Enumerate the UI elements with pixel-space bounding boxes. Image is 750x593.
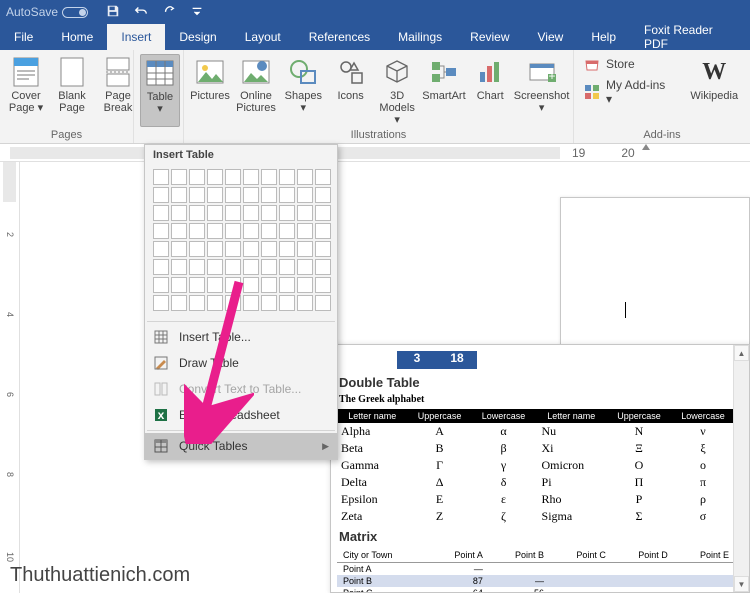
smartart-button[interactable]: SmartArt — [424, 54, 465, 127]
pictures-button[interactable]: Pictures — [190, 54, 230, 127]
icons-button[interactable]: Icons — [331, 54, 371, 127]
autosave-label: AutoSave — [6, 5, 58, 19]
group-pages-label: Pages — [6, 127, 127, 141]
scroll-up-icon[interactable]: ▲ — [734, 345, 749, 361]
table-size-grid[interactable] — [145, 165, 337, 319]
watermark-text: Thuthuattienich.com — [10, 564, 190, 587]
insert-table-title: Insert Table — [145, 145, 337, 165]
tab-home[interactable]: Home — [47, 24, 107, 50]
autosave-toggle[interactable]: AutoSave — [6, 5, 88, 19]
svg-text:x: x — [158, 408, 165, 422]
convert-icon — [153, 381, 169, 397]
table-button[interactable]: Table ▾ — [140, 54, 180, 127]
tab-foxit[interactable]: Foxit Reader PDF — [630, 24, 750, 50]
page-break-button[interactable]: Page Break — [98, 54, 138, 127]
table-icon — [153, 329, 169, 345]
draw-table-item[interactable]: Draw Table — [145, 350, 337, 376]
quick-tables-icon — [153, 438, 169, 454]
shapes-button[interactable]: Shapes ▾ — [282, 54, 325, 127]
my-addins-button[interactable]: My Add-ins ▾ — [584, 82, 674, 102]
undo-icon[interactable] — [134, 4, 148, 21]
greek-subtitle: The Greek alphabet — [339, 394, 741, 405]
cover-page-button[interactable]: Cover Page ▾ — [6, 54, 46, 127]
chevron-right-icon: ▶ — [322, 441, 329, 452]
matrix-table[interactable]: City or TownPoint APoint BPoint CPoint D… — [337, 548, 735, 593]
quick-tables-gallery: 318 Double Table The Greek alphabet Lett… — [330, 344, 750, 593]
wikipedia-button[interactable]: WWikipedia — [688, 54, 740, 102]
calendar-cell[interactable]: 318 — [397, 351, 477, 369]
tab-layout[interactable]: Layout — [231, 24, 295, 50]
text-cursor — [625, 302, 626, 318]
greek-alphabet-table[interactable]: Letter nameUppercaseLowercaseLetter name… — [337, 409, 735, 525]
matrix-heading[interactable]: Matrix — [339, 529, 741, 544]
svg-text:+: + — [548, 69, 555, 83]
double-table-heading[interactable]: Double Table — [339, 375, 741, 390]
store-button[interactable]: Store — [584, 54, 674, 74]
table-dropdown: Insert Table Insert Table... Draw Table … — [144, 144, 338, 460]
horizontal-ruler: 1920 — [0, 144, 750, 162]
insert-table-item[interactable]: Insert Table... — [145, 324, 337, 350]
save-icon[interactable] — [106, 4, 120, 21]
tab-review[interactable]: Review — [456, 24, 523, 50]
3d-models-button[interactable]: 3D Models ▾ — [377, 54, 418, 127]
tab-help[interactable]: Help — [577, 24, 630, 50]
vertical-ruler: 2 4 6 8 10 — [0, 162, 20, 593]
group-addins-label: Add-ins — [584, 127, 740, 141]
tab-references[interactable]: References — [295, 24, 384, 50]
quick-tables-item[interactable]: Quick Tables▶ — [145, 433, 337, 459]
online-pictures-button[interactable]: Online Pictures — [236, 54, 276, 127]
indent-marker-icon[interactable] — [642, 144, 650, 150]
blank-page-button[interactable]: Blank Page — [52, 54, 92, 127]
toggle-off-icon — [62, 7, 88, 18]
pencil-icon — [153, 355, 169, 371]
tab-mailings[interactable]: Mailings — [384, 24, 456, 50]
qat-customize-icon[interactable] — [190, 4, 204, 21]
group-illus-label: Illustrations — [190, 127, 567, 141]
tab-view[interactable]: View — [524, 24, 578, 50]
gallery-scrollbar[interactable]: ▲▼ — [733, 345, 749, 592]
redo-icon[interactable] — [162, 4, 176, 21]
tab-insert[interactable]: Insert — [107, 24, 165, 50]
excel-spreadsheet-item[interactable]: xExcel Spreadsheet — [145, 402, 337, 428]
convert-text-item: Convert Text to Table... — [145, 376, 337, 402]
tab-design[interactable]: Design — [165, 24, 230, 50]
chart-button[interactable]: Chart — [470, 54, 510, 127]
excel-icon: x — [153, 407, 169, 423]
scroll-down-icon[interactable]: ▼ — [734, 576, 749, 592]
tab-file[interactable]: File — [0, 24, 47, 50]
screenshot-button[interactable]: +Screenshot ▾ — [516, 54, 567, 127]
